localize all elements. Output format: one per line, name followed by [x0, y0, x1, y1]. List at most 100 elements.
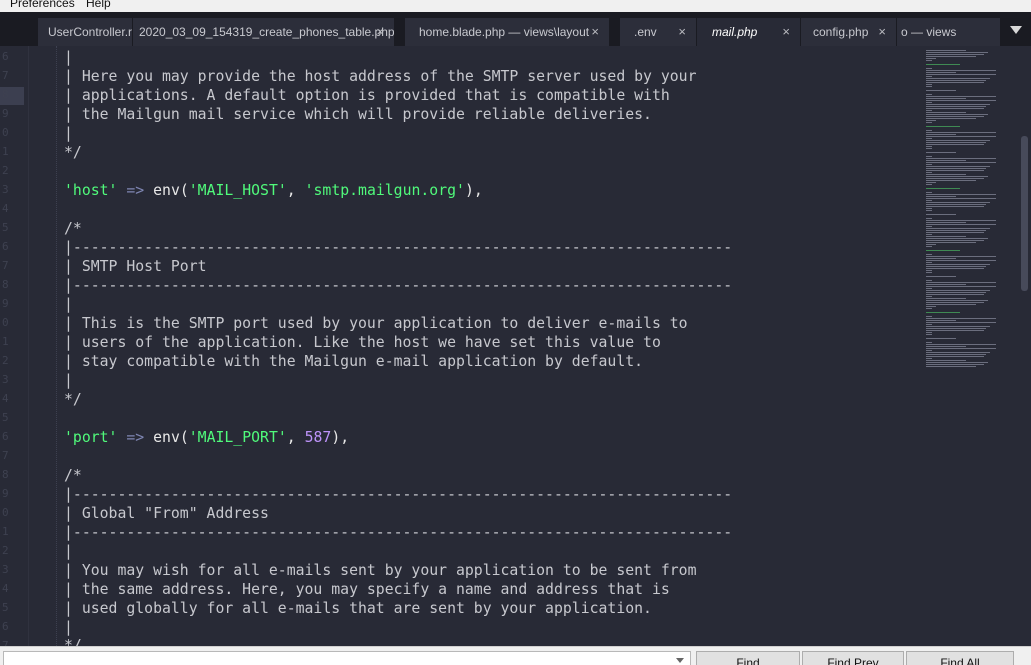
minimap-line: [926, 320, 956, 321]
menu-help[interactable]: Help: [86, 0, 111, 12]
minimap-line: [926, 64, 960, 65]
code-line: | users of the application. Like the hos…: [64, 334, 661, 351]
minimap-line: [926, 196, 956, 197]
minimap-line: [926, 256, 996, 257]
tab-env[interactable]: .env ×: [620, 18, 697, 46]
minimap-line: [926, 142, 986, 143]
line-number: 0: [2, 126, 9, 139]
tab-mail-php[interactable]: mail.php ×: [697, 18, 801, 46]
line-number: 4: [2, 202, 9, 215]
tab-home-blade[interactable]: home.blade.php — views\layout ×: [405, 18, 610, 46]
minimap-line: [926, 84, 932, 85]
tab-list-dropdown[interactable]: [1001, 12, 1031, 46]
minimap-line: [926, 134, 956, 135]
minimap-line: [926, 176, 988, 177]
minimap-line: [926, 346, 966, 347]
minimap-line: [926, 70, 996, 71]
env-default: 587: [304, 429, 332, 446]
minimap-line: [926, 260, 996, 261]
tab-usercontroller[interactable]: UserController.r: [38, 18, 133, 46]
line-number: 3: [2, 373, 9, 386]
code-editor[interactable]: | | Here you may provide the host addres…: [29, 46, 920, 646]
close-icon[interactable]: ×: [782, 24, 790, 39]
minimap-line: [926, 322, 996, 323]
minimap-line: [926, 238, 988, 239]
code-line: | You may wish for all e-mails sent by y…: [64, 562, 697, 579]
code-line: | the Mailgun mail service which will pr…: [64, 106, 652, 123]
tab-label: mail.php: [712, 25, 758, 39]
line-number: 6: [2, 240, 9, 253]
find-input[interactable]: [3, 651, 691, 665]
minimap-line: [926, 366, 976, 367]
minimap-line: [926, 246, 932, 247]
line-number: 7: [2, 69, 9, 82]
minimap-line: [926, 316, 932, 317]
minimap-line: [926, 324, 932, 325]
tab-config-php[interactable]: config.php ×: [801, 18, 897, 46]
code-line: | Here you may provide the host address …: [64, 68, 697, 85]
code-line: /*: [64, 220, 82, 237]
minimap-line: [926, 148, 932, 149]
find-button[interactable]: Find: [696, 651, 800, 665]
minimap[interactable]: [920, 46, 1019, 646]
code-line: |: [64, 125, 73, 142]
code-line: |---------------------------------------…: [64, 486, 733, 503]
minimap-line: [926, 282, 996, 283]
minimap-line: [926, 258, 956, 259]
find-history-icon[interactable]: [676, 658, 684, 663]
minimap-line: [926, 250, 960, 251]
code-line: |---------------------------------------…: [64, 524, 733, 541]
minimap-line: [926, 58, 936, 59]
line-number: 6: [2, 620, 9, 633]
find-all-button[interactable]: Find All: [906, 651, 1014, 665]
minimap-line: [926, 184, 932, 185]
minimap-line: [926, 138, 932, 139]
tab-views[interactable]: o — views: [897, 18, 1001, 46]
code-line: */: [64, 144, 82, 161]
scrollbar-thumb[interactable]: [1021, 136, 1028, 291]
close-icon[interactable]: ×: [376, 24, 384, 39]
env-function: env(: [153, 182, 189, 199]
tab-create-phones-table[interactable]: 2020_03_09_154319_create_phones_table.ph…: [133, 18, 395, 46]
code-line: */: [64, 391, 82, 408]
minimap-line: [926, 52, 988, 53]
minimap-line: [926, 364, 984, 365]
line-number: 1: [2, 335, 9, 348]
minimap-line: [926, 362, 988, 363]
line-number: 5: [2, 411, 9, 424]
minimap-line: [926, 292, 986, 293]
line-number: 0: [2, 316, 9, 329]
menu-preferences[interactable]: Preferences: [10, 0, 75, 12]
minimap-line: [926, 234, 932, 235]
code-line-port: 'port' => env('MAIL_PORT', 587),: [64, 428, 349, 447]
minimap-line: [926, 116, 984, 117]
vertical-scrollbar[interactable]: [1019, 46, 1031, 646]
minimap-line: [926, 166, 990, 167]
minimap-line: [926, 230, 986, 231]
code-line: |: [64, 372, 73, 389]
minimap-line: [926, 90, 956, 91]
close-icon[interactable]: ×: [878, 24, 886, 39]
close-icon[interactable]: ×: [678, 24, 686, 39]
minimap-line: [926, 236, 966, 237]
minimap-line: [926, 102, 932, 103]
minimap-line: [926, 244, 936, 245]
close-icon[interactable]: ×: [591, 24, 599, 39]
code-line: | applications. A default option is prov…: [64, 87, 670, 104]
minimap-line: [926, 140, 990, 141]
minimap-line: [926, 338, 956, 339]
line-number: 8: [2, 278, 9, 291]
minimap-line: [926, 358, 932, 359]
minimap-line: [926, 332, 932, 333]
minimap-line: [926, 94, 932, 95]
line-number: 9: [2, 487, 9, 500]
minimap-line: [926, 302, 984, 303]
minimap-line: [926, 188, 960, 189]
minimap-line: [926, 80, 986, 81]
minimap-line: [926, 164, 932, 165]
line-number: 2: [2, 164, 9, 177]
find-prev-button[interactable]: Find Prev: [802, 651, 904, 665]
minimap-line: [926, 60, 932, 61]
minimap-line: [926, 182, 936, 183]
line-number: 7: [2, 639, 9, 646]
